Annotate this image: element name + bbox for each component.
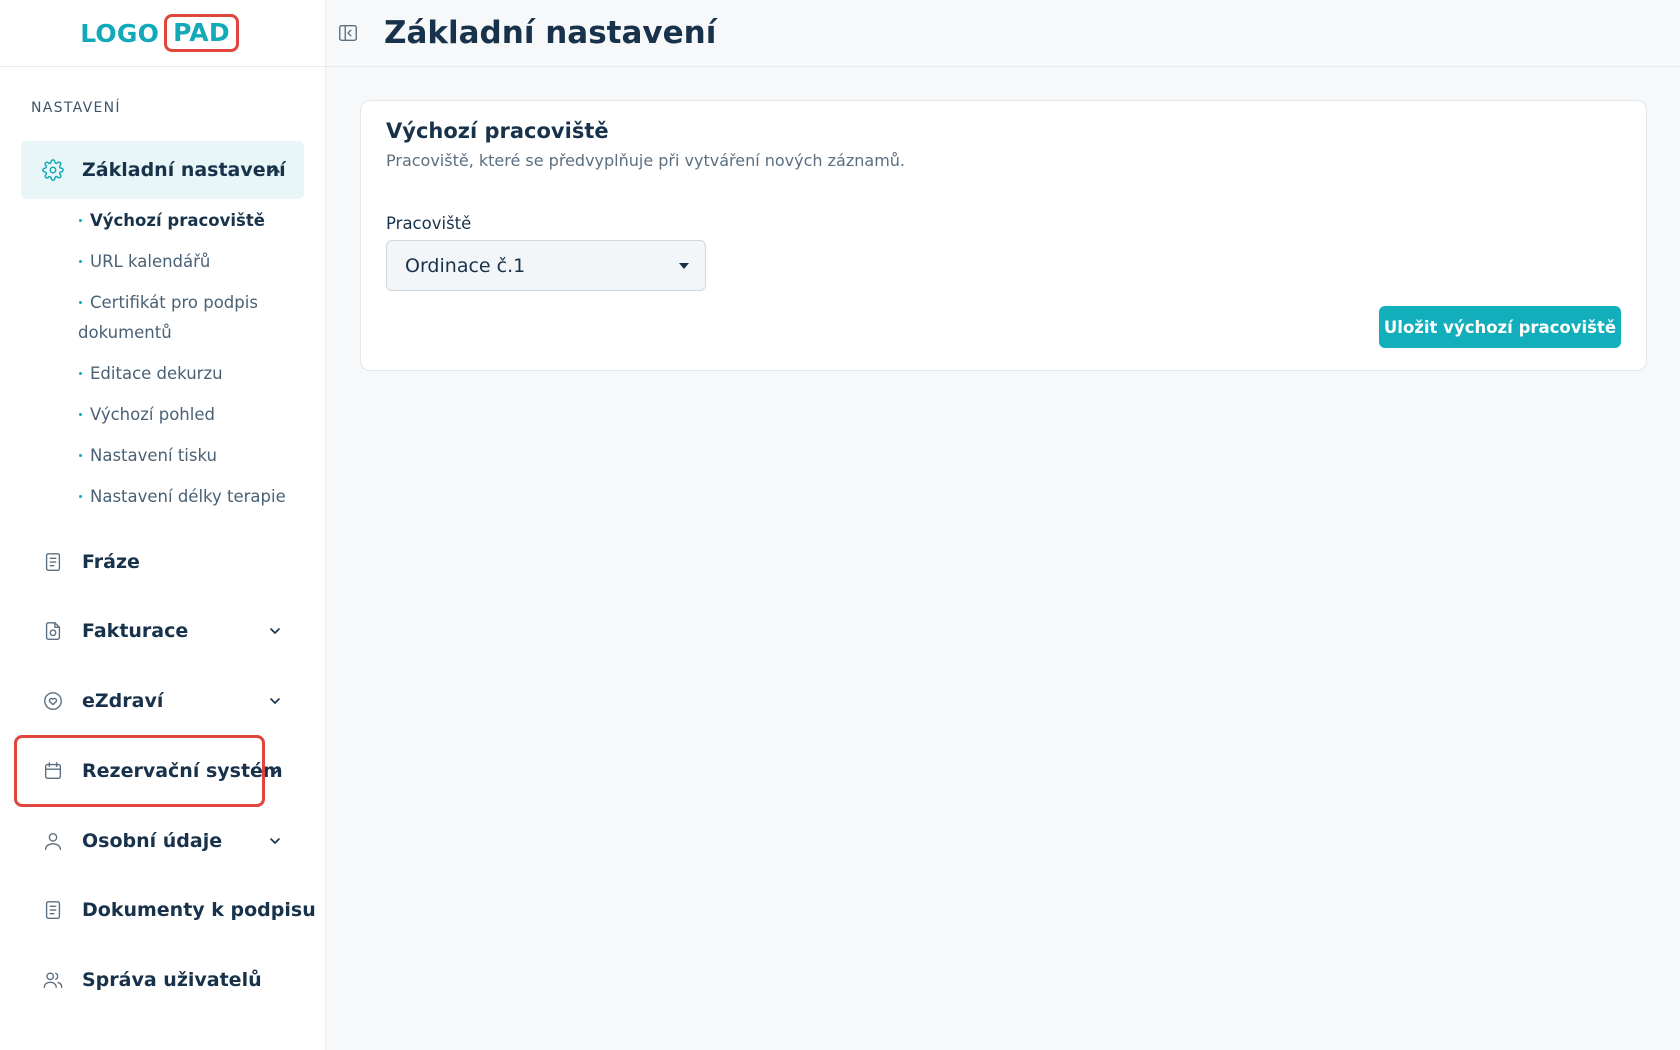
sidebar-item-label: eZdraví [82,690,164,712]
chevron-up-icon [268,163,282,177]
workplace-field-label: Pracoviště [386,214,472,233]
workplace-select[interactable]: Ordinace č.1 [386,240,706,291]
sidebar-item-sprava-uzivatelu[interactable]: Správa uživatelů [21,954,304,1006]
workplace-select-value: Ordinace č.1 [405,254,526,277]
submenu-item-certifikat[interactable]: Certifikát pro podpis dokumentů [78,288,308,348]
logo[interactable]: LOGO PAD [80,14,239,52]
heart-icon [42,690,64,712]
page-title: Základní nastavení [384,15,717,51]
save-default-workplace-button[interactable]: Uložit výchozí pracoviště [1379,306,1621,348]
sidebar-item-label: Rezervační systém [82,760,283,782]
topbar: Základní nastavení [326,0,1680,67]
sidebar-item-ezdravi[interactable]: eZdraví [21,675,304,727]
users-icon [42,969,64,991]
user-icon [42,830,64,852]
chevron-down-icon [268,624,282,638]
sidebar-item-zakladni-nastaveni[interactable]: Základní nastavení [21,141,304,199]
sidebar-item-fakturace[interactable]: Fakturace [21,605,304,657]
sidebar-item-label: Správa uživatelů [82,969,262,991]
sidebar-item-label: Fráze [82,551,140,573]
default-workplace-card: Výchozí pracoviště Pracoviště, které se … [360,100,1647,371]
sidebar-item-dokumenty-k-podpisu[interactable]: Dokumenty k podpisu [21,884,316,936]
submenu-item-vychozi-pracoviste[interactable]: Výchozí pracoviště [78,206,308,236]
chevron-down-icon [268,694,282,708]
sidebar-item-label: Osobní údaje [82,830,223,852]
main-content: Základní nastavení Výchozí pracoviště Pr… [326,0,1680,1050]
sidebar-item-osobni-udaje[interactable]: Osobní údaje [21,815,304,867]
logo-pad-text: PAD [164,14,239,52]
logo-bar: LOGO PAD [0,0,325,67]
card-title: Výchozí pracoviště [386,119,609,143]
submenu-item-nastaveni-tisku[interactable]: Nastavení tisku [78,441,308,471]
sidebar-item-label: Fakturace [82,620,189,642]
logo-text: LOGO [80,18,160,48]
chevron-down-icon [268,764,282,778]
submenu-item-vychozi-pohled[interactable]: Výchozí pohled [78,400,308,430]
sidebar-item-rezervacni-system[interactable]: Rezervační systém [21,745,304,797]
submenu-zakladni-nastaveni: Výchozí pracoviště URL kalendářů Certifi… [78,206,308,523]
calendar-icon [42,760,64,782]
sidebar-collapse-icon[interactable] [335,20,361,46]
document-icon [42,899,64,921]
sidebar-item-fraze[interactable]: Fráze [21,536,304,588]
submenu-item-editace-dekurzu[interactable]: Editace dekurzu [78,359,308,389]
submenu-item-nastaveni-delky-terapie[interactable]: Nastavení délky terapie [78,482,308,512]
submenu-item-url-kalendaru[interactable]: URL kalendářů [78,247,308,277]
caret-down-icon [679,263,689,269]
app-root: LOGO PAD NASTAVENÍ Základní nastavení Vý… [0,0,1680,1050]
card-subtitle: Pracoviště, které se předvyplňuje při vy… [386,151,905,170]
chevron-down-icon [268,834,282,848]
gear-icon [42,159,64,181]
submenu-item-certifikat-line2: dokumentů [78,323,172,342]
sidebar-item-label: Základní nastavení [82,159,286,181]
sidebar-item-label: Dokumenty k podpisu [82,899,316,921]
invoice-icon [42,620,64,642]
section-heading: NASTAVENÍ [31,100,121,116]
submenu-item-certifikat-line1: Certifikát pro podpis [90,293,258,312]
document-icon [42,551,64,573]
sidebar: LOGO PAD NASTAVENÍ Základní nastavení Vý… [0,0,326,1050]
